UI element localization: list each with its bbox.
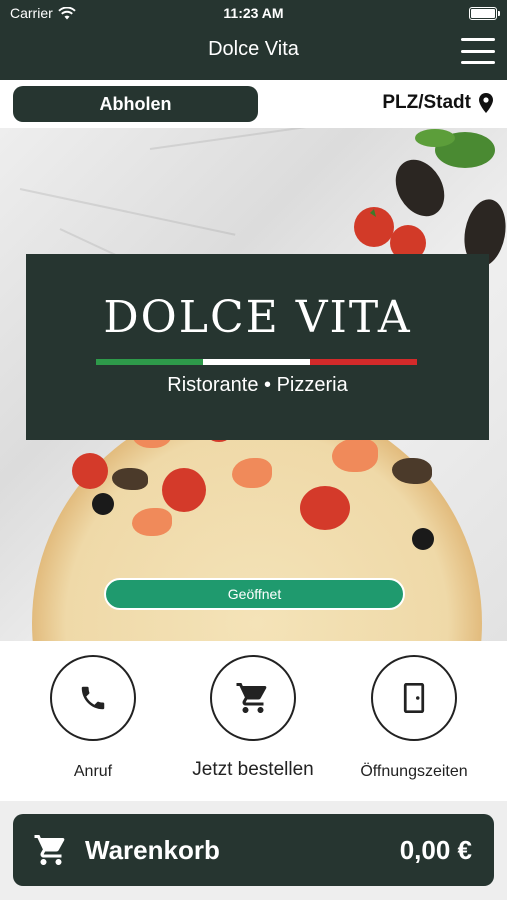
quick-actions: Anruf Jetzt bestellen Öffnungszeiten (0, 641, 507, 801)
phone-icon (81, 686, 105, 710)
order-now-label: Jetzt bestellen (192, 759, 314, 780)
battery-icon (469, 7, 500, 20)
call-action[interactable]: Anruf (13, 655, 173, 781)
order-mode-bar: Abholen PLZ/Stadt (0, 80, 507, 128)
opening-hours-label: Öffnungszeiten (360, 763, 468, 780)
order-now-action[interactable]: Jetzt bestellen (173, 655, 333, 781)
cart-label: Warenkorb (85, 835, 220, 865)
door-icon (403, 683, 425, 713)
pickup-button[interactable]: Abholen (13, 86, 258, 122)
page-title: Dolce Vita (208, 38, 299, 60)
status-time: 11:23 AM (223, 5, 284, 21)
cart-icon (236, 683, 267, 713)
call-label: Anruf (73, 763, 113, 780)
opening-hours-action[interactable]: Öffnungszeiten (334, 655, 494, 781)
status-bar: Carrier 11:23 AM (0, 0, 507, 28)
cart-total: 0,00 € (399, 835, 472, 865)
hero-banner: DOLCE VITA Ristorante • Pizzeria Geöffne… (0, 128, 507, 641)
cart-button[interactable]: Warenkorb 0,00 € (13, 814, 494, 886)
app-header: Carrier 11:23 AM Dolce Vita (0, 0, 507, 80)
location-label: PLZ/Stadt (382, 92, 471, 113)
open-status-badge[interactable]: Geöffnet (104, 578, 405, 610)
cart-footer: Warenkorb 0,00 € (0, 801, 507, 900)
restaurant-logo: DOLCE VITA Ristorante • Pizzeria (26, 254, 489, 440)
italian-flag-stripe (96, 359, 417, 365)
logo-subtitle: Ristorante • Pizzeria (167, 374, 348, 396)
location-selector[interactable]: PLZ/Stadt (382, 92, 493, 114)
hamburger-menu-icon[interactable] (461, 38, 495, 64)
cart-icon (34, 835, 65, 865)
map-pin-icon (479, 93, 493, 113)
logo-title: DOLCE VITA (103, 292, 412, 343)
